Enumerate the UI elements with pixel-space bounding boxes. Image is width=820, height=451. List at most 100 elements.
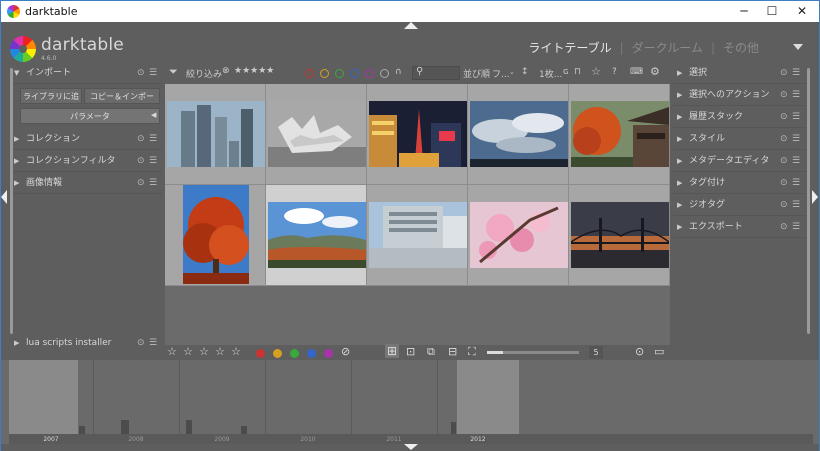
- color-label-red-icon[interactable]: [256, 349, 265, 358]
- filter-icon[interactable]: ⏷: [169, 65, 178, 79]
- left-scrollbar[interactable]: [10, 68, 13, 334]
- module-styles[interactable]: ▶ スタイル ⊙ ☰: [673, 128, 806, 150]
- rating-star-2-icon[interactable]: ☆: [183, 345, 193, 358]
- module-export[interactable]: ▶ エクスポート ⊙ ☰: [673, 216, 806, 238]
- zoom-slider[interactable]: [487, 351, 579, 354]
- module-image-info[interactable]: ▶ 画像情報 ⊙ ☰: [10, 172, 162, 194]
- presets-icon[interactable]: ☰: [792, 106, 800, 128]
- color-label-red-icon[interactable]: [305, 69, 314, 78]
- parameters-button[interactable]: パラメータ: [20, 108, 160, 124]
- presets-icon[interactable]: ☰: [792, 128, 800, 150]
- keyboard-icon[interactable]: ⌨: [630, 67, 643, 77]
- module-tagging[interactable]: ▶ タグ付け ⊙ ☰: [673, 172, 806, 194]
- presets-icon[interactable]: ☰: [149, 150, 157, 172]
- zoomable-layout-icon[interactable]: ⊡: [406, 345, 415, 358]
- reset-icon[interactable]: ⊙: [780, 106, 788, 128]
- rating-star-1-icon[interactable]: ☆: [167, 345, 177, 358]
- reset-icon[interactable]: ⊙: [137, 150, 145, 172]
- thumbnail-cell[interactable]: [468, 84, 569, 185]
- presets-icon[interactable]: ☰: [792, 194, 800, 216]
- reset-icon[interactable]: ⊙: [137, 332, 145, 354]
- presets-icon[interactable]: ☰: [149, 332, 157, 354]
- presets-icon[interactable]: ☰: [792, 216, 800, 238]
- preview-layout-icon[interactable]: ⛶: [468, 345, 476, 359]
- view-other[interactable]: その他: [723, 41, 759, 55]
- presets-icon[interactable]: ☰: [149, 62, 157, 84]
- minimize-button[interactable]: ─: [729, 1, 759, 22]
- top-panel-toggle-icon[interactable]: [404, 22, 418, 29]
- color-label-gray-icon[interactable]: [380, 69, 389, 78]
- rating-range[interactable]: ★★★★★: [234, 66, 274, 76]
- module-selected-actions[interactable]: ▶ 選択へのアクション ⊙ ☰: [673, 84, 806, 106]
- thumbnail-cell-selected[interactable]: [266, 185, 367, 286]
- color-label-blue-icon[interactable]: [350, 69, 359, 78]
- presets-icon[interactable]: ☰: [792, 84, 800, 106]
- view-lighttable[interactable]: ライトテーブル: [528, 41, 611, 55]
- color-label-purple-icon[interactable]: [365, 69, 374, 78]
- rating-star-5-icon[interactable]: ☆: [231, 345, 241, 358]
- thumbnail-cell[interactable]: [569, 84, 670, 185]
- copy-import-button[interactable]: コピー＆インポート...: [84, 88, 160, 117]
- presets-icon[interactable]: ☰: [149, 172, 157, 194]
- thumbnail-cell[interactable]: [165, 185, 266, 286]
- reset-icon[interactable]: ⊙: [137, 172, 145, 194]
- color-label-purple-icon[interactable]: [324, 349, 333, 358]
- add-to-library-button[interactable]: ライブラリに追加: [20, 88, 82, 117]
- reset-icon[interactable]: ⊙: [780, 172, 788, 194]
- thumbnail-cell[interactable]: [165, 84, 266, 185]
- color-label-yellow-icon[interactable]: [273, 349, 282, 358]
- module-metadata-editor[interactable]: ▶ メタデータエディタ ⊙ ☰: [673, 150, 806, 172]
- grouping-select[interactable]: 1枚...: [539, 67, 562, 80]
- reset-icon[interactable]: ⊙: [780, 216, 788, 238]
- search-input[interactable]: ⚲: [412, 66, 460, 80]
- thumbnail-cell[interactable]: [569, 185, 670, 286]
- view-darkroom[interactable]: ダークルーム: [632, 41, 703, 55]
- module-collection-filter[interactable]: ▶ コレクションフィルタ ⊙ ☰: [10, 150, 162, 172]
- module-geotagging[interactable]: ▶ ジオタグ ⊙ ☰: [673, 194, 806, 216]
- reset-icon[interactable]: ⊙: [137, 128, 145, 150]
- right-panel-toggle-icon[interactable]: [812, 190, 818, 204]
- grouping-icon[interactable]: ɢ: [563, 67, 569, 77]
- presets-icon[interactable]: ☰: [792, 62, 800, 84]
- reset-icon[interactable]: ⊙: [780, 150, 788, 172]
- sort-select[interactable]: フ...: [492, 67, 510, 80]
- sort-order-icon[interactable]: ↕: [521, 67, 529, 77]
- reset-icon[interactable]: ⊙: [780, 194, 788, 216]
- reset-icon[interactable]: ⊙: [780, 84, 788, 106]
- clear-color-icon[interactable]: ⊘: [341, 345, 350, 358]
- star-overlay-icon[interactable]: ☆: [591, 65, 601, 78]
- module-collection[interactable]: ▶ コレクション ⊙ ☰: [10, 128, 162, 150]
- reset-icon[interactable]: ⊙: [780, 62, 788, 84]
- filemanager-layout-icon[interactable]: ⊞: [385, 344, 400, 358]
- module-history-stack[interactable]: ▶ 履歴スタック ⊙ ☰: [673, 106, 806, 128]
- overlays-icon[interactable]: ⊓: [574, 67, 581, 77]
- module-select[interactable]: ▶ 選択 ⊙ ☰: [673, 62, 806, 84]
- culling-dynamic-icon[interactable]: ⊟: [448, 345, 457, 358]
- color-label-yellow-icon[interactable]: [320, 69, 329, 78]
- reset-icon[interactable]: ⊙: [780, 128, 788, 150]
- display-profile-icon[interactable]: ▭: [654, 345, 664, 358]
- presets-icon[interactable]: ☰: [149, 128, 157, 150]
- color-label-blue-icon[interactable]: [307, 349, 316, 358]
- right-scrollbar[interactable]: [807, 68, 810, 334]
- thumbnail-cell[interactable]: [468, 185, 569, 286]
- culling-layout-icon[interactable]: ⧉: [427, 345, 435, 359]
- presets-icon[interactable]: ☰: [792, 172, 800, 194]
- thumbnail-cell[interactable]: [367, 84, 468, 185]
- thumbnail-cell[interactable]: [266, 84, 367, 185]
- color-label-green-icon[interactable]: [335, 69, 344, 78]
- rating-star-4-icon[interactable]: ☆: [215, 345, 225, 358]
- thumbnail-cell[interactable]: [367, 185, 468, 286]
- presets-icon[interactable]: ☰: [792, 150, 800, 172]
- close-button[interactable]: ✕: [787, 1, 817, 22]
- preferences-gear-icon[interactable]: ⚙: [650, 65, 660, 78]
- left-panel-toggle-icon[interactable]: [1, 190, 7, 204]
- help-icon[interactable]: ?: [612, 67, 617, 77]
- reject-icon[interactable]: ⊗: [222, 66, 230, 76]
- focus-peaking-icon[interactable]: ⊙: [635, 345, 644, 358]
- sort-dropdown-icon[interactable]: ⌄: [509, 68, 515, 76]
- module-import[interactable]: ▼ インポート ⊙ ☰: [10, 62, 162, 84]
- zoom-count-input[interactable]: 5: [589, 346, 603, 359]
- reset-icon[interactable]: ⊙: [137, 62, 145, 84]
- color-label-green-icon[interactable]: [290, 349, 299, 358]
